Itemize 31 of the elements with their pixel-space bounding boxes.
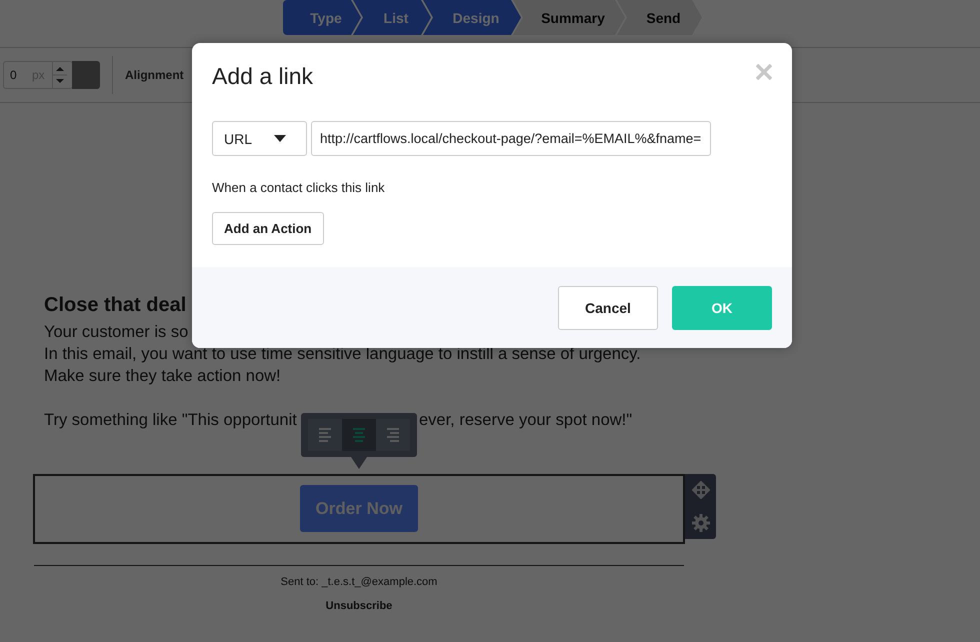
- align-right-button[interactable]: [376, 419, 410, 451]
- ok-button[interactable]: OK: [672, 286, 772, 330]
- settings-icon[interactable]: [692, 514, 710, 532]
- move-icon[interactable]: [692, 481, 710, 500]
- unsubscribe-link[interactable]: Unsubscribe: [326, 600, 392, 612]
- color-swatch[interactable]: [72, 61, 100, 89]
- body-text: In this email, you want to use time sensitive language to instill a sense of urgency.: [44, 344, 641, 365]
- step-tab[interactable]: Send: [617, 0, 702, 35]
- add-action-button[interactable]: Add an Action: [212, 212, 324, 245]
- spinner-icon[interactable]: [52, 62, 67, 88]
- alignment-label: Alignment: [125, 68, 184, 82]
- body-text: Your customer is so: [44, 322, 188, 343]
- caret-icon: [274, 135, 286, 142]
- align-right-icon: [384, 425, 402, 445]
- step-tab[interactable]: Design: [423, 0, 521, 35]
- body-text: ever, reserve your spot now!": [419, 410, 632, 431]
- body-text: Make sure they take action now!: [44, 366, 281, 387]
- dialog-title: Add a link: [212, 62, 314, 90]
- action-hint: When a contact clicks this link: [212, 180, 385, 195]
- align-left-icon: [316, 425, 334, 445]
- align-left-button[interactable]: [308, 419, 342, 451]
- align-center-button[interactable]: [342, 419, 376, 451]
- link-type-dropdown[interactable]: URL: [212, 121, 307, 156]
- align-center-icon: [350, 425, 368, 445]
- sent-to-text: Sent to: _t.e.s.t_@example.com: [280, 576, 438, 588]
- close-icon[interactable]: [755, 63, 773, 81]
- cancel-button[interactable]: Cancel: [558, 286, 658, 330]
- url-input[interactable]: http://cartflows.local/checkout-page/?email=%EMAIL%&fname=: [311, 121, 711, 156]
- email-heading: Close that deal: [44, 293, 186, 317]
- body-text: Try something like "This opportunit: [44, 410, 298, 431]
- step-tab[interactable]: Summary: [513, 0, 625, 35]
